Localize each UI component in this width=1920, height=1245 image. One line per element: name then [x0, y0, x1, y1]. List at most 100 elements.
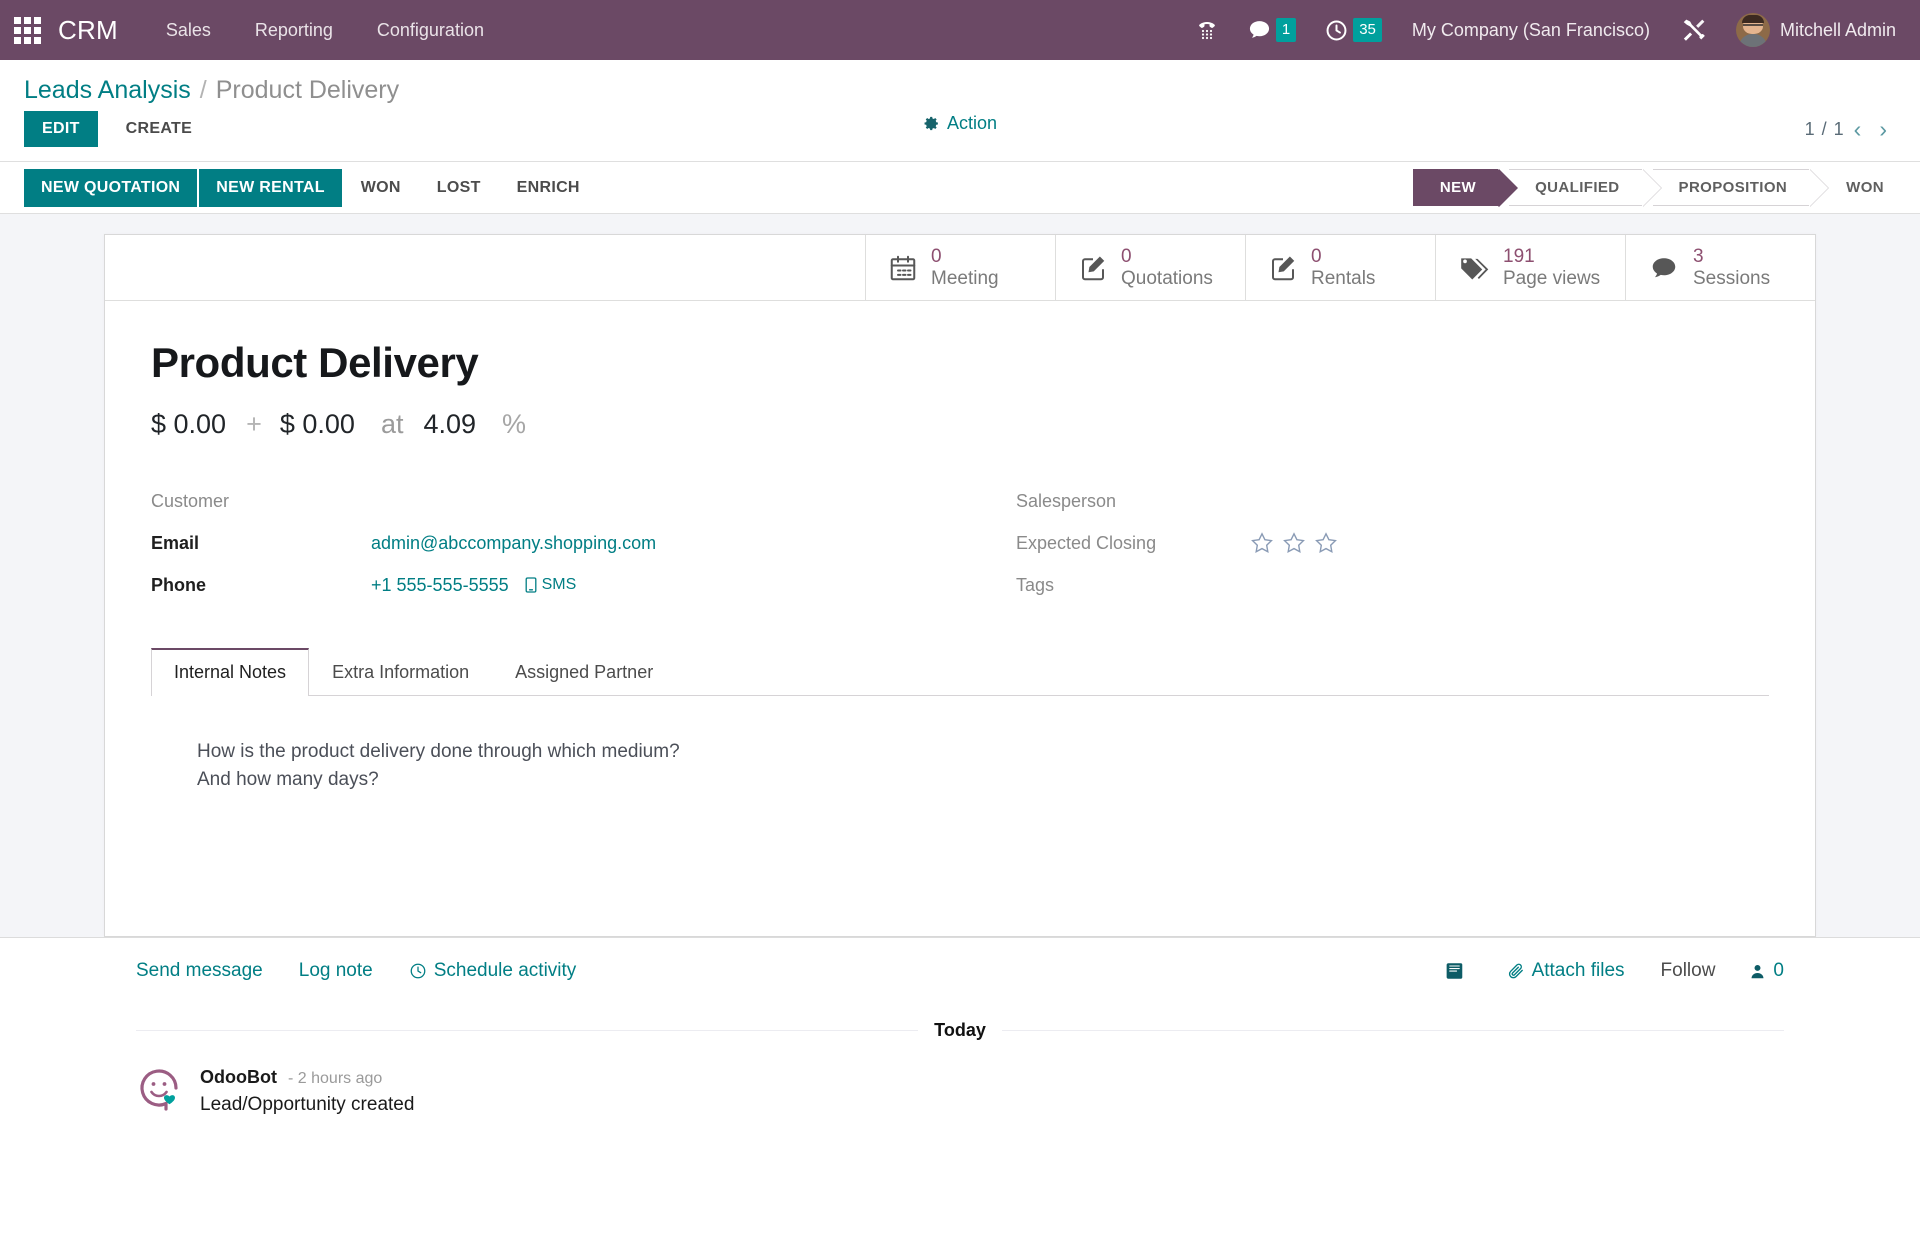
field-row-expected-closing: Expected Closing [1016, 522, 1769, 564]
internal-note-line-2: And how many days? [197, 768, 379, 790]
nav-item-configuration[interactable]: Configuration [355, 0, 506, 60]
notebook-tabs: Internal Notes Extra Information Assigne… [151, 648, 1769, 696]
field-value-email[interactable]: admin@abccompany.shopping.com [371, 533, 656, 554]
nav-item-reporting[interactable]: Reporting [233, 0, 355, 60]
followers-button[interactable]: 0 [1749, 960, 1784, 982]
navbar-systray: 1 35 My Company (San Francisco) Mitchell… [1181, 0, 1902, 60]
star-icon[interactable] [1282, 531, 1306, 555]
breadcrumb-separator: / [199, 76, 207, 104]
stat-button-page-views[interactable]: 191 Page views [1435, 235, 1625, 300]
tab-assigned-partner[interactable]: Assigned Partner [492, 648, 676, 696]
stage-new[interactable]: NEW [1412, 169, 1519, 207]
new-quotation-button[interactable]: NEW QUOTATION [24, 168, 198, 207]
stat-button-rentals[interactable]: 0 Rentals [1245, 235, 1435, 300]
stat-button-quotations[interactable]: 0 Quotations [1055, 235, 1245, 300]
chatter-topbar: Send message Log note Schedule activity … [24, 960, 1896, 982]
field-row-phone: Phone +1 555-555-5555 SMS [151, 564, 960, 606]
odoobot-avatar-glyph [140, 1069, 178, 1111]
user-menu[interactable]: Mitchell Admin [1722, 0, 1902, 60]
message-header: OdooBot - 2 hours ago [200, 1067, 414, 1088]
star-icon[interactable] [1250, 531, 1274, 555]
probability-value[interactable]: 4.09 [423, 409, 476, 440]
field-label-expected-closing: Expected Closing [1016, 532, 1157, 553]
new-rental-button[interactable]: NEW RENTAL [199, 168, 342, 207]
nav-item-sales[interactable]: Sales [144, 0, 233, 60]
navbar-menu: Sales Reporting Configuration [144, 0, 506, 60]
pager: 1 / 1 ‹ › [1805, 117, 1896, 141]
message-author[interactable]: OdooBot [200, 1067, 277, 1087]
message-content: Lead/Opportunity created [200, 1094, 415, 1115]
expected-revenue-value[interactable]: $ 0.00 [151, 409, 226, 440]
stat-label: Rentals [1311, 267, 1376, 289]
speech-bubble-icon [1648, 253, 1680, 283]
log-book-icon[interactable] [1444, 961, 1473, 981]
field-row-tags: Tags [1016, 564, 1769, 606]
tools-glyph [1683, 19, 1705, 41]
action-label: Action [946, 113, 998, 133]
breadcrumb-item-current: Product Delivery [215, 76, 400, 104]
attach-files-button[interactable]: Attach files [1507, 960, 1625, 982]
followers-count: 0 [1773, 960, 1784, 981]
messages-menu-button[interactable]: 1 [1233, 0, 1310, 60]
log-note-button[interactable]: Log note [299, 960, 373, 982]
stat-button-meeting[interactable]: 0 Meeting [865, 235, 1055, 300]
stage-won[interactable]: WON [1820, 169, 1896, 206]
lost-button[interactable]: LOST [420, 169, 498, 207]
field-value-expected-closing [1236, 531, 1346, 555]
stat-value: 0 [931, 246, 942, 268]
star-icon[interactable] [1314, 531, 1338, 555]
action-menu-button[interactable]: Action [923, 113, 997, 134]
tab-extra-information[interactable]: Extra Information [309, 648, 492, 696]
top-navbar: CRM Sales Reporting Configuration 1 35 M… [0, 0, 1920, 60]
stage-qualified[interactable]: QUALIFIED [1509, 169, 1663, 207]
tools-icon[interactable] [1666, 0, 1722, 60]
company-switcher[interactable]: My Company (San Francisco) [1396, 20, 1666, 41]
phone-dialpad-icon[interactable] [1181, 0, 1233, 60]
log-book-glyph [1446, 963, 1462, 979]
field-label-phone: Phone [151, 574, 207, 595]
rental-pencil-icon [1268, 253, 1298, 283]
chatter-topbar-right: Attach files Follow 0 [1410, 960, 1784, 982]
create-button[interactable]: CREATE [108, 111, 210, 147]
gear-icon [923, 115, 940, 132]
won-button[interactable]: WON [344, 169, 418, 207]
stage-proposition[interactable]: PROPOSITION [1652, 169, 1829, 207]
tags-icon [1458, 253, 1490, 283]
stat-button-box: 0 Meeting 0 Quotations 0 Rentals 191 Pag… [105, 235, 1815, 301]
notebook-page-internal-notes[interactable]: How is the product delivery done through… [151, 696, 1769, 896]
separator-line-right [1001, 1030, 1785, 1031]
field-row-customer: Customer [151, 480, 960, 522]
schedule-activity-button[interactable]: Schedule activity [409, 960, 576, 982]
recurring-revenue-value[interactable]: $ 0.00 [280, 409, 355, 440]
follow-button[interactable]: Follow [1661, 960, 1716, 982]
pager-previous-button[interactable]: ‹ [1845, 117, 1871, 141]
apps-grid-icon[interactable] [10, 13, 44, 47]
stat-label: Page views [1503, 267, 1601, 289]
send-message-button[interactable]: Send message [136, 960, 263, 982]
odoobot-avatar [136, 1065, 182, 1111]
control-panel: Leads Analysis / Product Delivery EDIT C… [0, 60, 1920, 162]
activities-menu-button[interactable]: 35 [1310, 0, 1396, 60]
edit-button[interactable]: EDIT [24, 111, 98, 147]
app-brand-crm[interactable]: CRM [50, 15, 144, 46]
stat-button-sessions[interactable]: 3 Sessions [1625, 235, 1815, 300]
send-sms-button[interactable]: SMS [525, 576, 576, 594]
field-value-phone[interactable]: +1 555-555-5555 [371, 575, 509, 596]
field-label-email: Email [151, 532, 200, 553]
stat-text: 191 Page views [1503, 246, 1600, 289]
messages-count-badge: 1 [1275, 18, 1297, 42]
date-separator-label: Today [934, 1020, 986, 1040]
tab-internal-notes[interactable]: Internal Notes [151, 648, 310, 696]
chat-bubble-icon [1249, 20, 1269, 38]
stat-label: Quotations [1121, 267, 1213, 289]
paperclip-icon [1508, 963, 1523, 979]
breadcrumb-item-leads-analysis[interactable]: Leads Analysis [24, 76, 191, 105]
percent-sign: % [502, 409, 527, 439]
user-icon [1751, 964, 1764, 978]
plus-sign: + [246, 409, 262, 439]
pager-next-button[interactable]: › [1870, 117, 1896, 141]
priority-stars[interactable] [1250, 531, 1346, 555]
enrich-button[interactable]: ENRICH [500, 169, 597, 207]
activities-count-badge: 35 [1353, 18, 1382, 42]
avatar [1735, 13, 1770, 47]
